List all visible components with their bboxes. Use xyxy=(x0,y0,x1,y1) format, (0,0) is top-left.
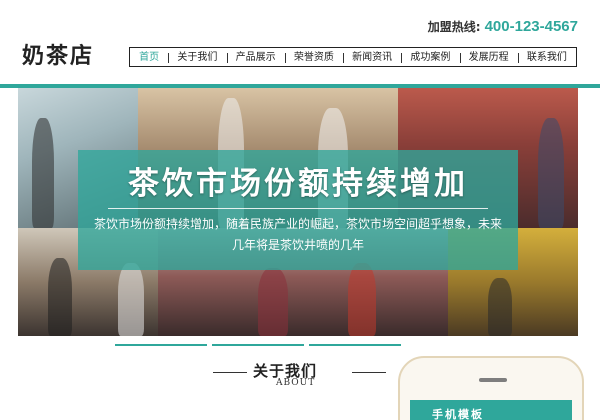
speaker-icon xyxy=(479,378,507,382)
nav-item-news[interactable]: 新闻资讯 xyxy=(343,49,401,66)
about-subtitle: ABOUT xyxy=(276,378,316,388)
main-nav: 首页 关于我们 产品展示 荣誉资质 新闻资讯 成功案例 发展历程 联系我们 xyxy=(129,47,577,67)
nav-item-contact[interactable]: 联系我们 xyxy=(517,49,576,66)
hotline: 加盟热线: 400-123-4567 xyxy=(428,18,578,35)
crowd-figure xyxy=(488,278,512,336)
nav-item-about[interactable]: 关于我们 xyxy=(168,49,226,66)
crowd-figure xyxy=(32,118,54,228)
nav-item-products[interactable]: 产品展示 xyxy=(226,49,285,66)
phone-template-mockup[interactable]: 手机模板 xyxy=(398,356,584,420)
nav-item-honors[interactable]: 荣誉资质 xyxy=(284,49,343,66)
phone-screen: 手机模板 xyxy=(410,400,572,420)
crowd-figure xyxy=(258,268,288,336)
slider-dot[interactable] xyxy=(309,344,401,346)
crowd-figure xyxy=(48,258,72,336)
crowd-figure xyxy=(118,263,144,336)
hero-banner[interactable]: 茶饮市场份额持续增加 茶饮市场份额持续增加，随着民族产业的崛起，茶饮市场空间超乎… xyxy=(18,88,578,336)
crowd-figure xyxy=(538,118,564,228)
banner-rule xyxy=(108,208,488,209)
about-line-left xyxy=(213,372,247,373)
phone-label: 手机模板 xyxy=(432,408,484,420)
crowd-figure xyxy=(348,263,376,336)
nav-item-cases[interactable]: 成功案例 xyxy=(401,49,459,66)
hotline-label: 加盟热线: xyxy=(427,20,481,34)
banner-headline: 茶饮市场份额持续增加 xyxy=(128,166,468,202)
hotline-number[interactable]: 400-123-4567 xyxy=(485,18,578,35)
banner-overlay: 茶饮市场份额持续增加 茶饮市场份额持续增加，随着民族产业的崛起，茶饮市场空间超乎… xyxy=(78,150,518,270)
banner-subtext: 茶饮市场份额持续增加，随着民族产业的崛起，茶饮市场空间超乎想象，未来几年将是茶饮… xyxy=(93,217,502,252)
slider-dot[interactable] xyxy=(115,344,207,346)
site-logo: 奶茶店 xyxy=(22,43,95,69)
nav-item-history[interactable]: 发展历程 xyxy=(459,49,518,66)
slider-dot[interactable] xyxy=(212,344,304,346)
about-line-right xyxy=(352,372,386,373)
nav-item-home[interactable]: 首页 xyxy=(130,49,168,66)
